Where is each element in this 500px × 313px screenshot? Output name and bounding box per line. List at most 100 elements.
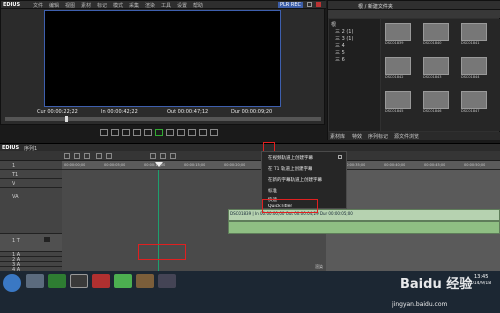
preview-window: EDIUS 文件 编辑 视图 素材 标记 模式 采集 渲染 工具 设置 帮助 P… bbox=[0, 0, 326, 125]
clip-image bbox=[423, 91, 449, 109]
rewind-icon[interactable] bbox=[133, 129, 141, 136]
folder-item[interactable]: 三 4 bbox=[335, 42, 345, 49]
menu-item-t1-track[interactable]: 在 T1 轨道上创建字幕 bbox=[268, 166, 312, 172]
menu-item[interactable]: 素材 bbox=[81, 2, 91, 9]
menu-item-new-track[interactable]: 在新的字幕轨道上创建字幕 bbox=[268, 177, 322, 183]
clip-thumb[interactable]: DSC01847 bbox=[461, 91, 487, 113]
save-icon[interactable] bbox=[84, 153, 90, 159]
menu-item[interactable]: 工具 bbox=[161, 2, 171, 9]
new-sequence-icon[interactable] bbox=[64, 153, 70, 159]
menu-item[interactable]: 渲染 bbox=[145, 2, 155, 9]
dur-timecode: Dur 00:00:09;20 bbox=[231, 109, 272, 115]
in-time: 00:00:42;22 bbox=[107, 109, 138, 115]
bin-tab[interactable]: 素材库 bbox=[330, 133, 345, 140]
ruler-tick: 00:00:00;00 bbox=[64, 163, 86, 167]
taskbar-app-icon[interactable] bbox=[136, 274, 154, 288]
loop-icon[interactable] bbox=[188, 129, 196, 136]
folder-item[interactable]: 三 2 (1) bbox=[335, 28, 353, 35]
track-header[interactable]: V bbox=[0, 179, 62, 188]
minimize-icon[interactable] bbox=[307, 2, 312, 7]
clip-image bbox=[461, 23, 487, 41]
bin-tab[interactable]: 特效 bbox=[352, 133, 362, 140]
menu-item[interactable]: 标记 bbox=[97, 2, 107, 9]
clock-time[interactable]: 13:45 bbox=[474, 274, 488, 280]
menu-item[interactable]: 采集 bbox=[129, 2, 139, 9]
position-slider[interactable] bbox=[5, 116, 321, 122]
open-icon[interactable] bbox=[74, 153, 80, 159]
slider-handle[interactable] bbox=[65, 116, 68, 122]
clock-date[interactable]: 2014/9/18 bbox=[468, 281, 491, 286]
menu-item-video-track[interactable]: 在视频轨道上创建字幕 bbox=[268, 155, 313, 161]
menu-item[interactable]: 编辑 bbox=[49, 2, 59, 9]
taskbar-app-icon[interactable] bbox=[48, 274, 66, 288]
transport-controls bbox=[100, 129, 260, 138]
menu-item[interactable]: 设置 bbox=[177, 2, 187, 9]
insert-icon[interactable] bbox=[199, 129, 207, 136]
menu-item[interactable]: 帮助 bbox=[193, 2, 203, 9]
taskbar-app-icon[interactable] bbox=[92, 274, 110, 288]
track-header[interactable]: T1 bbox=[0, 170, 62, 179]
bin-tabs: 素材库 特效 序列标记 源文件浏览 bbox=[328, 132, 500, 140]
start-button-icon[interactable] bbox=[3, 274, 21, 292]
stop-icon[interactable] bbox=[122, 129, 130, 136]
playhead-marker-icon[interactable] bbox=[155, 162, 163, 167]
folder-item[interactable]: 三 3 (1) bbox=[335, 35, 353, 42]
cur-time: 00:00:22;22 bbox=[47, 109, 78, 115]
close-icon[interactable] bbox=[316, 2, 321, 7]
track-mute-icon[interactable] bbox=[44, 237, 50, 242]
track-header[interactable]: 1 bbox=[0, 161, 62, 170]
folder-item[interactable]: 三 5 bbox=[335, 49, 345, 56]
mode-badge[interactable]: PLR REC bbox=[278, 2, 303, 8]
play-icon[interactable] bbox=[155, 129, 163, 136]
cut-icon[interactable] bbox=[150, 153, 156, 159]
track-label: T1 bbox=[12, 172, 19, 178]
clip-thumb[interactable]: DSC01841 bbox=[461, 23, 487, 45]
watermark-logo: Baidu 经验 bbox=[400, 277, 473, 292]
ruler-tick: 00:00:05;00 bbox=[104, 163, 126, 167]
fast-forward-icon[interactable] bbox=[177, 129, 185, 136]
taskbar-app-icon[interactable] bbox=[26, 274, 44, 288]
menu-item[interactable]: 视图 bbox=[65, 2, 75, 9]
track-header[interactable]: VA bbox=[0, 188, 62, 234]
clip-name: DSC01847 bbox=[461, 109, 480, 113]
taskbar-app-icon[interactable] bbox=[70, 274, 88, 288]
clip-thumb[interactable]: DSC01839 bbox=[385, 23, 411, 45]
clip-name: DSC01841 bbox=[461, 41, 480, 45]
track-header[interactable]: 1 T bbox=[0, 234, 62, 252]
copy-icon[interactable] bbox=[160, 153, 166, 159]
folder-item[interactable]: 三 6 bbox=[335, 56, 345, 63]
clip-thumb[interactable]: DSC01840 bbox=[423, 23, 449, 45]
in-label: In bbox=[101, 109, 106, 115]
folder-item[interactable]: 根 bbox=[331, 21, 336, 28]
in-timecode: In 00:00:42;22 bbox=[101, 109, 138, 115]
taskbar-app-icon[interactable] bbox=[158, 274, 176, 288]
dur-label: Dur bbox=[231, 109, 241, 115]
set-out-icon[interactable] bbox=[111, 129, 119, 136]
audio-clip[interactable] bbox=[228, 221, 500, 234]
undo-icon[interactable] bbox=[96, 153, 102, 159]
clip-thumb[interactable]: DSC01846 bbox=[423, 91, 449, 113]
clip-name: DSC01840 bbox=[423, 41, 442, 45]
highlight-title-track bbox=[138, 244, 186, 260]
menu-item[interactable]: 模式 bbox=[113, 2, 123, 9]
overwrite-icon[interactable] bbox=[210, 129, 218, 136]
set-in-icon[interactable] bbox=[100, 129, 108, 136]
paste-icon[interactable] bbox=[170, 153, 176, 159]
bin-tab[interactable]: 源文件浏览 bbox=[394, 133, 419, 140]
clip-thumb[interactable]: DSC01843 bbox=[423, 57, 449, 79]
next-frame-icon[interactable] bbox=[166, 129, 174, 136]
clip-grid: DSC01839 DSC01840 DSC01841 DSC01842 DSC0… bbox=[381, 19, 500, 131]
clip-thumb[interactable]: DSC01845 bbox=[385, 91, 411, 113]
menu-item[interactable]: 文件 bbox=[33, 2, 43, 9]
clip-thumb[interactable]: DSC01842 bbox=[385, 57, 411, 79]
redo-icon[interactable] bbox=[106, 153, 112, 159]
menu-item-standard[interactable]: 标准 bbox=[268, 188, 277, 194]
clip-thumb[interactable]: DSC01844 bbox=[461, 57, 487, 79]
clip-name: DSC01846 bbox=[423, 109, 442, 113]
track-label: V bbox=[12, 181, 16, 187]
ruler-tick: 00:00:35;00 bbox=[344, 163, 366, 167]
taskbar-app-icon[interactable] bbox=[114, 274, 132, 288]
bin-tab[interactable]: 序列标记 bbox=[368, 133, 388, 140]
prev-frame-icon[interactable] bbox=[144, 129, 152, 136]
ruler-tick: 00:00:20;00 bbox=[224, 163, 246, 167]
